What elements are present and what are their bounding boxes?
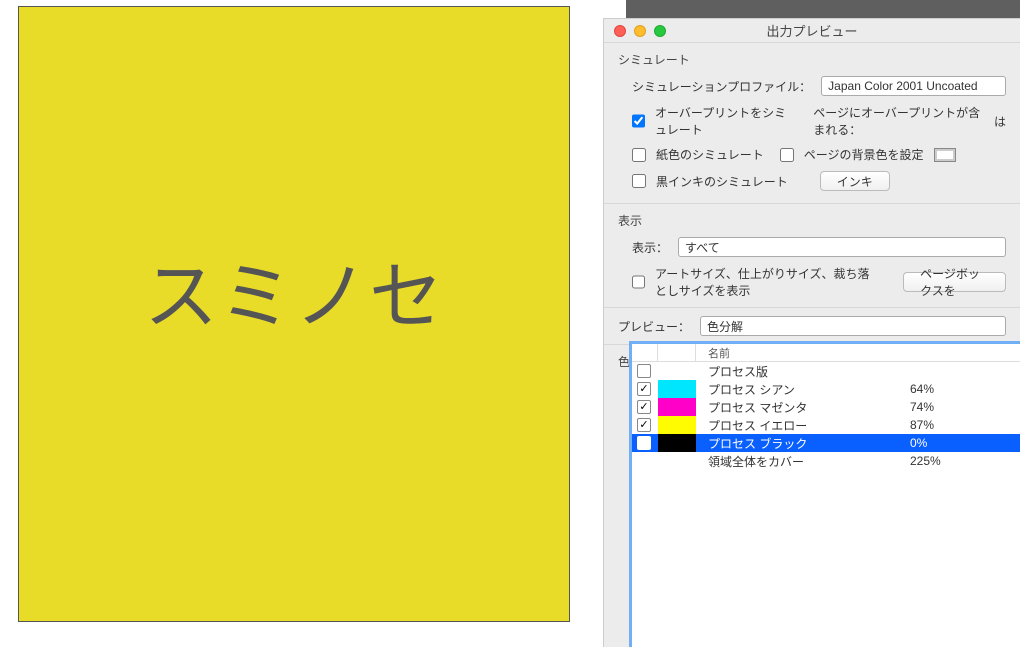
preview-dropdown[interactable]: 色分解 [700,316,1006,336]
output-preview-panel: 出力プレビュー シミュレート シミュレーションプロファイル： Japan Col… [603,18,1020,647]
separation-name: プロセス版 [696,363,910,380]
page-overprint-label: ページにオーバープリントが含まれる： [813,104,984,138]
black-ink-checkbox[interactable] [632,174,646,188]
document-text: スミノセ [19,237,569,344]
separation-percent: 64% [910,382,1020,396]
separation-checkbox[interactable] [637,418,651,432]
separation-checkbox[interactable] [637,400,651,414]
simulate-title: シミュレート [618,51,1006,68]
panel-titlebar: 出力プレビュー [604,19,1020,43]
separation-row[interactable]: プロセス ブラック0% [632,434,1020,452]
separation-checkbox[interactable] [637,364,651,378]
sizes-checkbox[interactable] [632,275,645,289]
separation-percent: 0% [910,436,1020,450]
document-canvas: スミノセ [18,6,570,622]
page-overprint-value: は [994,113,1006,130]
separation-name: プロセス ブラック [696,435,910,452]
preview-row: プレビュー： 色分解 [604,308,1020,345]
separation-row[interactable]: 領域全体をカバー225% [632,452,1020,470]
paper-label: 紙色のシミュレート [656,146,764,163]
separation-checkbox[interactable] [637,382,651,396]
panel-title: 出力プレビュー [604,21,1020,40]
preview-label: プレビュー： [618,318,690,335]
separation-percent: 74% [910,400,1020,414]
display-section: 表示 表示： すべて アートサイズ、仕上がりサイズ、裁ち落としサイズを表示 ペー… [604,204,1020,308]
separation-row[interactable]: プロセス シアン64% [632,380,1020,398]
overprint-label: オーバープリントをシミュレート [655,104,797,138]
separations-list[interactable]: 名前 プロセス版プロセス シアン64%プロセス マゼンタ74%プロセス イエロー… [629,341,1020,647]
separation-name: 領域全体をカバー [696,453,910,470]
separation-checkbox[interactable] [637,436,651,450]
color-swatch [658,434,696,452]
sizes-label: アートサイズ、仕上がりサイズ、裁ち落としサイズを表示 [655,265,879,299]
color-swatch [658,398,696,416]
show-dropdown[interactable]: すべて [678,237,1006,257]
separation-percent: 87% [910,418,1020,432]
ink-button[interactable]: インキ [820,171,890,191]
display-title: 表示 [618,212,1006,229]
bg-checkbox[interactable] [780,148,794,162]
app-toolbar-fragment [626,0,1020,18]
show-label: 表示： [632,239,668,256]
profile-label: シミュレーションプロファイル： [632,78,811,95]
separation-row[interactable]: プロセス マゼンタ74% [632,398,1020,416]
black-ink-label: 黒インキのシミュレート [656,173,788,190]
profile-dropdown[interactable]: Japan Color 2001 Uncoated [821,76,1006,96]
page-box-button[interactable]: ページボックスを [903,272,1006,292]
color-swatch [658,416,696,434]
separation-percent: 225% [910,454,1020,468]
separation-name: プロセス イエロー [696,417,910,434]
bg-color-well[interactable] [934,148,956,162]
separation-row[interactable]: プロセス イエロー87% [632,416,1020,434]
bg-label: ページの背景色を設定 [804,146,924,163]
separation-name: プロセス シアン [696,381,910,398]
name-header: 名前 [696,345,730,361]
paper-checkbox[interactable] [632,148,646,162]
separation-row[interactable]: プロセス版 [632,362,1020,380]
separation-name: プロセス マゼンタ [696,399,910,416]
overprint-checkbox[interactable] [632,114,645,128]
separations-header: 名前 [632,344,1020,362]
color-swatch [658,380,696,398]
simulate-section: シミュレート シミュレーションプロファイル： Japan Color 2001 … [604,43,1020,204]
